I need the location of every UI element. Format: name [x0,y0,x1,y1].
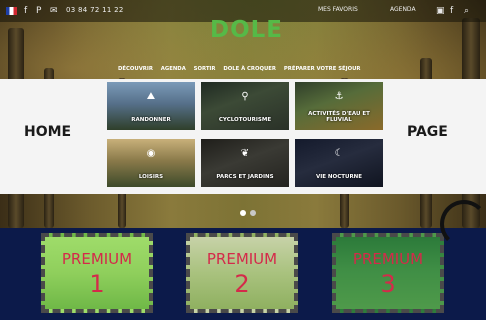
flag-icon[interactable] [6,7,17,15]
search-icon[interactable]: ⌕ [464,5,469,17]
premium-number: 1 [89,270,105,298]
hiker-icon: ⛰ [146,91,156,102]
phone-number[interactable]: 03 84 72 11 22 [66,6,124,14]
premium-number: 2 [234,270,250,298]
premium-label: PREMIUM [206,250,278,268]
pinterest-icon[interactable]: P [36,5,41,17]
site-logo[interactable]: DOLE [210,17,284,52]
carousel-dot-active[interactable] [240,210,246,216]
tile-activites-eau[interactable]: ⚓ ACTIVITÉS D'EAU ET FLUVIAL [295,82,383,130]
bike-icon: ⚲ [241,91,249,102]
nav-item-decouvrir[interactable]: DÉCOUVRIR [118,66,153,72]
premium-label: PREMIUM [352,250,424,268]
tile-label: CYCLOTOURISME [218,117,272,123]
nav-item-sortir[interactable]: SORTIR [194,66,216,72]
tile-loisirs[interactable]: ◉ LOISIRS [107,139,195,187]
page-label: PAGE [407,124,448,140]
facebook-icon[interactable]: f [24,5,27,17]
decorative-curve [440,200,486,248]
screenshot-frame: f P ✉ 03 84 72 11 22 MES FAVORIS AGENDA … [0,0,486,320]
tile-parcs-jardins[interactable]: ❦ PARCS ET JARDINS [201,139,289,187]
logo-text: DOLE [210,17,284,43]
premium-label: PREMIUM [61,250,133,268]
home-label: HOME [24,124,72,140]
favorites-link[interactable]: MES FAVORIS [318,6,358,13]
nav-item-preparer-sejour[interactable]: PRÉPARER VOTRE SÉJOUR [284,66,361,72]
tile-randonner[interactable]: ⛰ RANDONNER [107,82,195,130]
main-nav: DÉCOUVRIR AGENDA SORTIR DOLE À CROQUER P… [118,66,380,76]
premium-slot-3[interactable]: PREMIUM 3 [332,233,444,313]
tile-label: ACTIVITÉS D'EAU ET FLUVIAL [308,111,370,123]
premium-slot-1[interactable]: PREMIUM 1 [41,233,153,313]
carousel-dot[interactable] [250,210,256,216]
agenda-link[interactable]: AGENDA [390,6,416,13]
facebook-icon[interactable]: f [450,5,453,17]
nav-item-dole-a-croquer[interactable]: DOLE À CROQUER [223,66,276,72]
balloon-icon: ◉ [146,148,156,159]
nav-item-agenda[interactable]: AGENDA [161,66,186,72]
tile-label: LOISIRS [138,174,164,180]
moon-icon: ☾ [334,148,344,159]
tile-cyclotourisme[interactable]: ⚲ CYCLOTOURISME [201,82,289,130]
mail-icon[interactable]: ✉ [50,5,58,17]
tile-label: VIE NOCTURNE [315,174,363,180]
premium-number: 3 [380,270,396,298]
boat-icon: ⚓ [334,91,344,102]
tile-vie-nocturne[interactable]: ☾ VIE NOCTURNE [295,139,383,187]
leaf-icon: ❦ [240,148,250,159]
tile-label: PARCS ET JARDINS [216,174,274,180]
bag-icon[interactable]: ▣ [436,5,445,17]
premium-slot-2[interactable]: PREMIUM 2 [186,233,298,313]
tile-label: RANDONNER [131,117,171,123]
